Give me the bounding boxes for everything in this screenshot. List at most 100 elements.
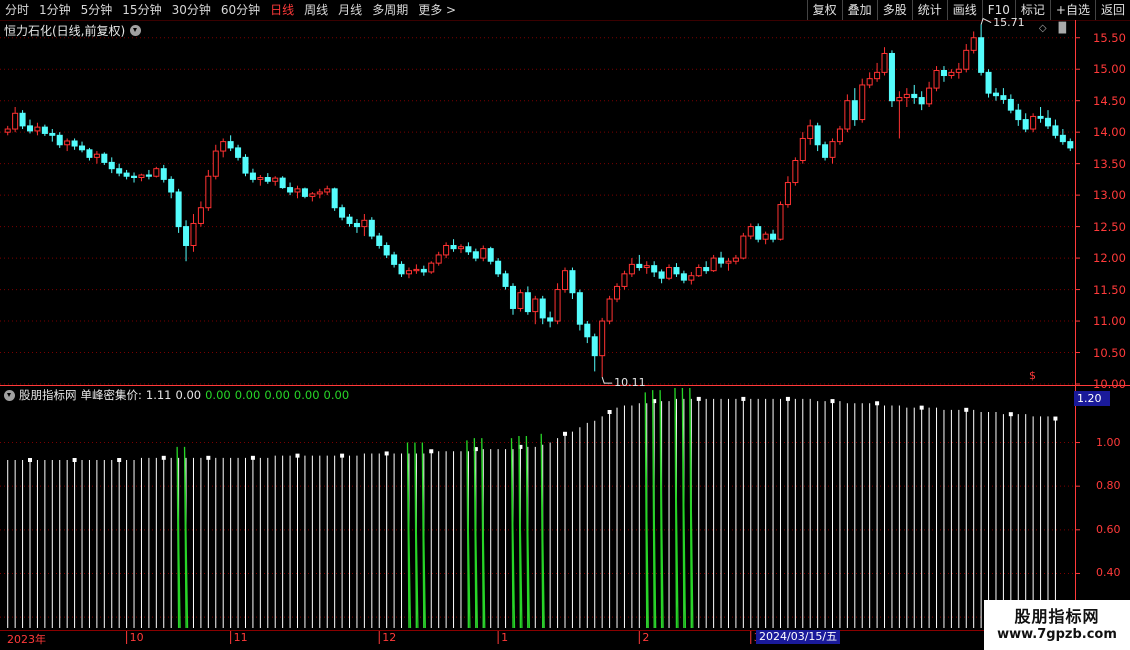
candle-body: [472, 251, 479, 259]
high-price-label: 15.71: [993, 15, 1025, 29]
candle-body: [666, 267, 673, 279]
candle-body: [49, 132, 56, 136]
candle-body: [294, 188, 301, 193]
candle-body: [428, 262, 435, 273]
candle-body: [911, 93, 918, 99]
candle-body: [376, 235, 383, 246]
candle-body: [495, 260, 502, 275]
candle-body: [1044, 117, 1052, 127]
candle-body: [405, 270, 412, 275]
candle-body: [324, 188, 331, 193]
candle-body: [539, 298, 546, 319]
date-axis-label: 11: [233, 631, 248, 644]
candle-body: [851, 100, 858, 121]
candle-body: [978, 37, 985, 73]
candle-body: [145, 174, 152, 177]
candle-body: [836, 128, 843, 143]
candle-body: [309, 193, 316, 197]
candle-body: [1030, 115, 1037, 130]
candle-body: [933, 69, 940, 89]
candle-body: [948, 71, 955, 77]
candle-body: [940, 69, 947, 77]
candle-body: [1037, 115, 1044, 119]
candle-body: [955, 68, 962, 73]
indicator-dot: [563, 431, 568, 436]
candle-body: [383, 244, 390, 256]
indicator-dot: [340, 453, 345, 458]
candle-body: [658, 271, 665, 279]
candle-body: [844, 100, 851, 130]
candle-body: [116, 168, 123, 174]
candle-body: [509, 285, 517, 309]
candle-body: [740, 235, 747, 259]
candle-body: [636, 263, 643, 269]
candle-body: [1007, 98, 1014, 111]
candle-body: [859, 84, 866, 121]
candle-body: [896, 97, 903, 102]
candle-body: [420, 268, 427, 273]
candle-body: [918, 97, 925, 105]
candle-body: [673, 267, 680, 275]
watermark-name: 股朋指标网: [1014, 607, 1100, 626]
indicator-dot: [72, 458, 77, 462]
candle-body: [249, 172, 256, 180]
indicator-dot: [964, 407, 969, 412]
candle-body: [168, 178, 175, 193]
indicator-dot: [117, 458, 122, 462]
candle-body: [4, 128, 11, 133]
indicator-dot: [429, 449, 434, 454]
candle-body: [762, 233, 769, 240]
candle-body: [183, 226, 190, 246]
candle-body: [1015, 109, 1022, 121]
low-marker-icon: [601, 376, 613, 384]
price-axis-label: 11.50: [1093, 282, 1126, 297]
candle-body: [599, 320, 606, 357]
indicator-dot: [919, 405, 924, 410]
candle-body: [391, 254, 398, 265]
candle-body: [242, 156, 249, 174]
candle-body: [621, 273, 628, 287]
low-price-label: 10.11: [614, 376, 646, 390]
candle-body: [651, 265, 658, 273]
date-axis-label: 12: [382, 631, 397, 644]
price-axis-label: 13.50: [1093, 156, 1126, 171]
price-axis-label: 10.00: [1093, 377, 1126, 391]
indicator-dot: [696, 396, 701, 401]
price-axis-label: 13.00: [1093, 188, 1126, 203]
candle-body: [197, 207, 204, 224]
candle-body: [718, 257, 725, 264]
indicator-dot: [607, 410, 612, 414]
candle-body: [257, 177, 264, 180]
indicator-axis-label: 0.40: [1096, 566, 1121, 580]
candle-body: [301, 188, 308, 197]
candle-body: [101, 153, 108, 163]
candle-body: [93, 153, 100, 158]
candle-body: [747, 226, 754, 237]
date-axis-label: 1: [501, 631, 509, 644]
candle-body: [985, 71, 992, 94]
indicator-axis-label: 0.60: [1096, 522, 1121, 536]
candle-body: [175, 191, 182, 228]
candle-body: [963, 49, 970, 70]
date-axis-label: 10: [129, 631, 144, 644]
indicator-dot: [295, 453, 300, 458]
candle-body: [287, 187, 294, 193]
candle-body: [703, 267, 710, 272]
indicator-dot: [250, 455, 255, 460]
candle-body: [264, 177, 271, 182]
candle-body: [532, 298, 539, 313]
indicator-current-value: 1.20: [1074, 391, 1110, 406]
candle-body: [443, 244, 450, 256]
candle-body: [108, 161, 115, 170]
candle-body: [799, 137, 806, 162]
candle-body: [524, 292, 531, 313]
candle-body: [235, 147, 242, 158]
candlestick-chart[interactable]: [0, 0, 1130, 650]
candle-body: [725, 260, 732, 264]
candle-body: [591, 336, 598, 357]
candle-body: [34, 126, 41, 132]
candle-body: [346, 216, 353, 224]
candle-body: [814, 125, 821, 146]
price-axis-label: 11.00: [1093, 314, 1126, 329]
price-axis-label: 15.00: [1093, 62, 1126, 77]
